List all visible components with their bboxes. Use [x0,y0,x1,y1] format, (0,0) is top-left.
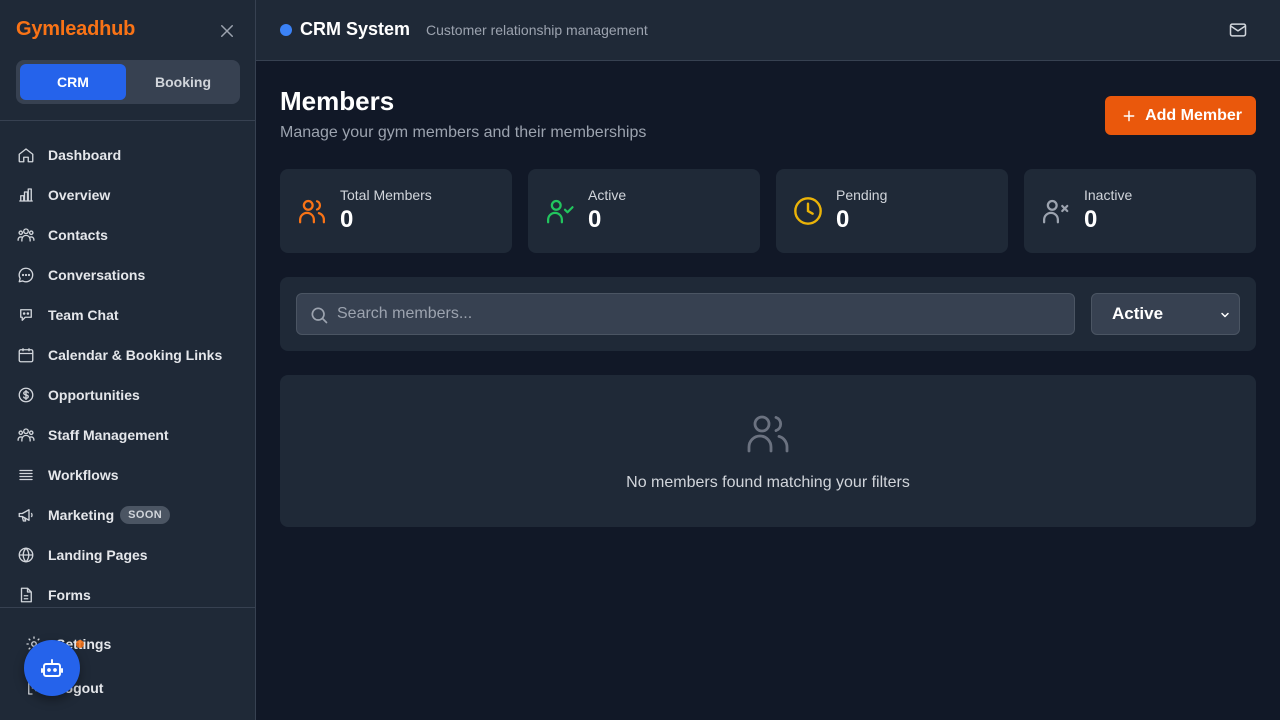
search-box [296,293,1075,335]
mode-toggle: CRM Booking [16,60,240,104]
globe-icon [16,545,36,565]
user-x-icon [1040,195,1072,227]
sidebar-divider [0,120,256,121]
file-icon [16,585,36,605]
stat-label: Active [588,187,627,203]
sidebar-item-opportunities[interactable]: Opportunities [0,375,256,415]
plus-icon [1123,110,1135,121]
clock-icon [792,195,824,227]
close-sidebar-button[interactable] [216,20,238,42]
add-member-label: Add Member [1145,106,1242,124]
sidebar-item-label: Marketing [48,507,115,523]
sidebar-item-forms[interactable]: Forms [0,575,256,615]
sidebar-item-workflows[interactable]: Workflows [0,455,256,495]
users-icon [16,425,36,445]
bot-icon [41,659,63,677]
mode-booking-button[interactable]: Booking [130,64,236,100]
dollar-circle-icon [16,385,36,405]
soon-badge: SOON [120,506,171,524]
users-icon [296,195,328,227]
sidebar-item-label: Opportunities [48,387,140,403]
stats-row: Total Members 0 Active 0 Pending 0 Inact… [280,169,1256,253]
chat-bot-icon [16,305,36,325]
sidebar-item-label: Dashboard [48,147,122,163]
sidebar-item-label: Team Chat [48,307,119,323]
sidebar-item-conversations[interactable]: Conversations [0,255,256,295]
list-icon [16,465,36,485]
calendar-icon [16,345,36,365]
sidebar-item-overview[interactable]: Overview [0,175,256,215]
users-icon [747,415,789,453]
sidebar-item-landing-pages[interactable]: Landing Pages [0,535,256,575]
home-icon [16,145,36,165]
search-icon [311,307,328,324]
brand-logo: Gymleadhub [16,18,136,40]
sidebar-nav: Dashboard Overview Contacts Conversation… [0,135,256,615]
stat-label: Total Members [340,187,432,203]
filter-bar: Active [280,277,1256,351]
mail-button[interactable] [1226,19,1250,41]
users-icon [16,225,36,245]
empty-state-message: No members found matching your filters [626,474,910,491]
sidebar-item-dashboard[interactable]: Dashboard [0,135,256,175]
stat-card-total: Total Members 0 [280,169,512,253]
page-title: Members [280,86,395,116]
stat-card-pending: Pending 0 [776,169,1008,253]
stat-label: Inactive [1084,187,1133,203]
status-dot [280,24,292,36]
top-bar: CRM System Customer relationship managem… [256,0,1280,61]
page-subtitle: Manage your gym members and their member… [280,124,647,141]
sidebar-item-calendar[interactable]: Calendar & Booking Links [0,335,256,375]
message-circle-icon [16,265,36,285]
close-icon [221,25,233,37]
status-filter-select[interactable]: Active [1091,293,1240,335]
mode-crm-button[interactable]: CRM [20,64,126,100]
sidebar-item-label: Workflows [48,467,119,483]
empty-state-panel: No members found matching your filters [280,375,1256,527]
assistant-bot-button[interactable] [24,640,80,696]
search-input[interactable] [337,294,1067,334]
megaphone-icon [16,505,36,525]
mail-icon [1229,23,1247,37]
stat-card-inactive: Inactive 0 [1024,169,1256,253]
status-filter-value: Active [1112,304,1164,323]
stat-card-active: Active 0 [528,169,760,253]
notification-dot [76,640,84,648]
sidebar-divider [0,607,256,608]
stat-value: 0 [836,206,850,233]
stat-value: 0 [340,206,354,233]
stat-label: Pending [836,187,888,203]
sidebar-item-label: Staff Management [48,427,169,443]
brand-row: Gymleadhub [16,18,240,44]
user-check-icon [544,195,576,227]
stat-value: 0 [588,206,602,233]
sidebar-item-staff-management[interactable]: Staff Management [0,415,256,455]
sidebar-item-label: Calendar & Booking Links [48,347,223,363]
sidebar-item-label: Forms [48,587,91,603]
stat-value: 0 [1084,206,1098,233]
app-title: CRM System [300,19,411,39]
sidebar-item-label: Contacts [48,227,108,243]
sidebar-item-label: Overview [48,187,111,203]
chevron-down-icon [1221,312,1229,318]
sidebar-item-label: Conversations [48,267,146,283]
sidebar: Gymleadhub CRM Booking Dashboard Overvie… [0,0,256,720]
sidebar-item-marketing[interactable]: Marketing SOON [0,495,256,535]
app-subtitle: Customer relationship management [426,22,648,38]
sidebar-item-label: Landing Pages [48,547,148,563]
sidebar-item-team-chat[interactable]: Team Chat [0,295,256,335]
bar-chart-icon [16,185,36,205]
sidebar-item-contacts[interactable]: Contacts [0,215,256,255]
add-member-button[interactable]: Add Member [1105,96,1256,135]
